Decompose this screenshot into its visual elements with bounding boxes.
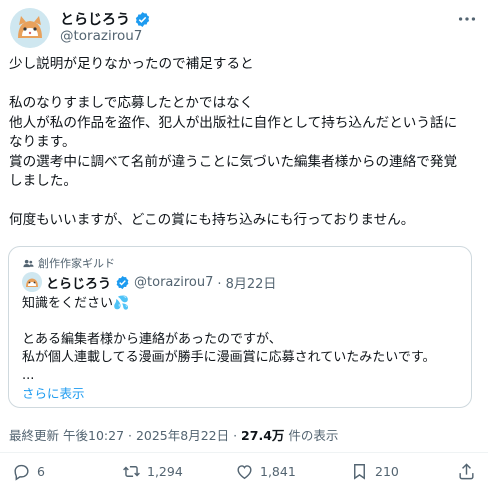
quoted-author-row[interactable]: とらじろう @torazirou7 · 8月22日 [22,272,276,292]
post-paragraph: 私のなりすましで応募したとかではなく 他人が私の作品を盗作、犯人が出版社に自作と… [9,95,458,189]
action-bar: 6 1,294 1,841 210 [0,462,488,486]
repost-icon [123,466,140,477]
post-text: 少し説明が足りなかったので補足すると 私のなりすましで応募したとかではなく 他人… [9,55,483,231]
divider [0,452,488,453]
views-label: 件の表示 [288,428,339,443]
reply-button[interactable]: 6 [12,462,45,481]
share-icon [459,463,474,480]
verified-badge-icon [135,11,150,27]
reply-count: 6 [37,464,45,479]
views-count: 27.4万 [241,428,285,443]
bookmark-button[interactable]: 210 [350,462,399,481]
show-more-link[interactable]: さらに表示 [22,383,85,402]
post-timestamp[interactable]: 午後10:27 · 2025年8月22日 · [63,428,237,443]
quoted-display-name[interactable]: とらじろう [46,273,111,292]
author-handle[interactable]: @torazirou7 [60,28,142,44]
post-paragraph: 少し説明が足りなかったので補足すると [9,56,254,72]
like-count: 1,841 [260,464,296,479]
quoted-avatar[interactable] [22,272,42,292]
quoted-text: 知識をください💦 とある編集者様から連絡があったのですが、 私が個人連載してる漫… [22,295,462,385]
more-icon[interactable] [456,8,478,30]
bookmark-icon [354,464,365,480]
quoted-paragraph: 知識をください💦 [22,296,130,311]
repost-count: 1,294 [147,464,183,479]
author-display-name[interactable]: とらじろう [60,9,130,29]
quoted-paragraph: とある編集者様から連絡があったのですが、 私が個人連載してる漫画が勝手に漫画賞に… [22,332,436,383]
like-button[interactable]: 1,841 [235,462,296,481]
verified-badge-icon [116,275,129,289]
quoted-post[interactable]: 創作作家ギルド とらじろう @torazirou7 · 8月22日 知識をくださ… [8,246,472,408]
author-name-row[interactable]: とらじろう [60,9,151,29]
edited-label[interactable]: 最終更新 [9,428,59,443]
community-label[interactable]: 創作作家ギルド [23,255,115,271]
community-icon [23,259,34,267]
quoted-date[interactable]: · 8月22日 [217,273,276,292]
post-paragraph: 何度もいいますが、どこの賞にも持ち込みにも行っておりません。 [9,212,415,228]
community-name[interactable]: 創作作家ギルド [38,255,115,271]
share-button[interactable] [457,462,476,481]
post-meta: 最終更新 午後10:27 · 2025年8月22日 · 27.4万 件の表示 [9,425,338,444]
repost-button[interactable]: 1,294 [122,462,183,481]
bookmark-count: 210 [375,464,399,479]
reply-icon [14,464,29,481]
quoted-handle[interactable]: @torazirou7 [134,275,213,290]
like-icon [237,465,252,480]
avatar[interactable] [10,8,50,48]
